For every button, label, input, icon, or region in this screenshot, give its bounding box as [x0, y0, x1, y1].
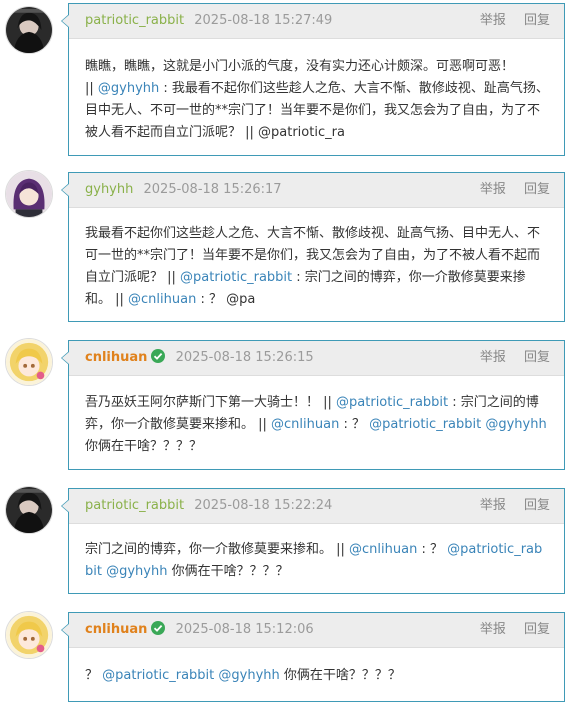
username[interactable]: gyhyhh	[85, 182, 133, 197]
comment-card: patriotic_rabbit 2025-08-18 15:22:24 举报 …	[61, 488, 565, 594]
mention-link[interactable]: @patriotic_rabbit	[369, 417, 481, 432]
reply-button[interactable]: 回复	[524, 182, 550, 197]
reply-button[interactable]: 回复	[524, 498, 550, 513]
mention-link[interactable]: @cnlihuan	[128, 292, 196, 307]
mention-link[interactable]: @gyhyhh	[98, 81, 159, 96]
speech-tail	[61, 623, 69, 637]
comment-header: cnlihuan 2025-08-18 15:12:06 举报 回复	[69, 613, 564, 648]
verified-icon	[151, 621, 166, 635]
avatar[interactable]	[5, 170, 53, 218]
avatar[interactable]	[5, 611, 53, 659]
reply-button[interactable]: 回复	[524, 13, 550, 28]
username[interactable]: cnlihuan	[85, 350, 147, 365]
report-button[interactable]: 举报	[480, 498, 506, 513]
report-button[interactable]: 举报	[480, 622, 506, 637]
report-button[interactable]: 举报	[480, 350, 506, 365]
username[interactable]: patriotic_rabbit	[85, 13, 184, 28]
comment-card: cnlihuan 2025-08-18 15:12:06 举报 回复 ？ @pa…	[61, 612, 565, 702]
speech-tail	[61, 499, 69, 513]
speech-tail	[61, 351, 69, 365]
timestamp: 2025-08-18 15:26:17	[143, 182, 282, 197]
speech-tail	[61, 14, 69, 28]
avatar[interactable]	[5, 486, 53, 534]
comment-card: cnlihuan 2025-08-18 15:26:15 举报 回复 吾乃巫妖王…	[61, 340, 565, 470]
timestamp: 2025-08-18 15:22:24	[194, 498, 333, 513]
timestamp: 2025-08-18 15:12:06	[175, 622, 314, 637]
mention-link[interactable]: @patriotic_rabbit	[102, 668, 214, 683]
username[interactable]: cnlihuan	[85, 622, 147, 637]
mention-link[interactable]: @gyhyhh	[106, 564, 167, 579]
comment-header: patriotic_rabbit 2025-08-18 15:27:49 举报 …	[69, 4, 564, 39]
timestamp: 2025-08-18 15:26:15	[175, 350, 314, 365]
comment-header: gyhyhh 2025-08-18 15:26:17 举报 回复	[69, 173, 564, 208]
comment-text: 宗门之间的博弈，你一介散修莫要来掺和。 || @cnlihuan : ？ @pa…	[85, 542, 543, 579]
mention-link[interactable]: @gyhyhh	[218, 668, 279, 683]
reply-button[interactable]: 回复	[524, 350, 550, 365]
avatar[interactable]	[5, 6, 53, 54]
comment-text: 我最看不起你们这些趁人之危、大言不惭、散修歧视、趾高气扬、目中无人、不可一世的*…	[85, 226, 541, 307]
mention-link[interactable]: @patriotic_rabbit	[180, 270, 292, 285]
avatar[interactable]	[5, 338, 53, 386]
verified-icon	[151, 349, 166, 363]
comment-text: 瞧瞧，瞧瞧，这就是小门小派的气度，没有实力还心计颇深。可恶啊可恶！ || @gy…	[85, 59, 549, 140]
comment-header: patriotic_rabbit 2025-08-18 15:22:24 举报 …	[69, 489, 564, 524]
comment-header: cnlihuan 2025-08-18 15:26:15 举报 回复	[69, 341, 564, 376]
mention-link[interactable]: @cnlihuan	[271, 417, 339, 432]
comment-card: patriotic_rabbit 2025-08-18 15:27:49 举报 …	[61, 3, 565, 156]
mention-link[interactable]: @cnlihuan	[349, 542, 417, 557]
username[interactable]: patriotic_rabbit	[85, 498, 184, 513]
report-button[interactable]: 举报	[480, 13, 506, 28]
reply-button[interactable]: 回复	[524, 622, 550, 637]
comment-card: gyhyhh 2025-08-18 15:26:17 举报 回复 我最看不起你们…	[61, 172, 565, 322]
comment-text: ？ @patriotic_rabbit @gyhyhh 你俩在干啥？？？？	[85, 668, 401, 683]
timestamp: 2025-08-18 15:27:49	[194, 13, 333, 28]
mention-link[interactable]: @gyhyhh	[485, 417, 546, 432]
report-button[interactable]: 举报	[480, 182, 506, 197]
mention-link[interactable]: @patriotic_rabbit	[336, 395, 448, 410]
speech-tail	[61, 183, 69, 197]
comment-text: 吾乃巫妖王阿尔萨斯门下第一大骑士！！ || @patriotic_rabbit …	[85, 395, 547, 454]
